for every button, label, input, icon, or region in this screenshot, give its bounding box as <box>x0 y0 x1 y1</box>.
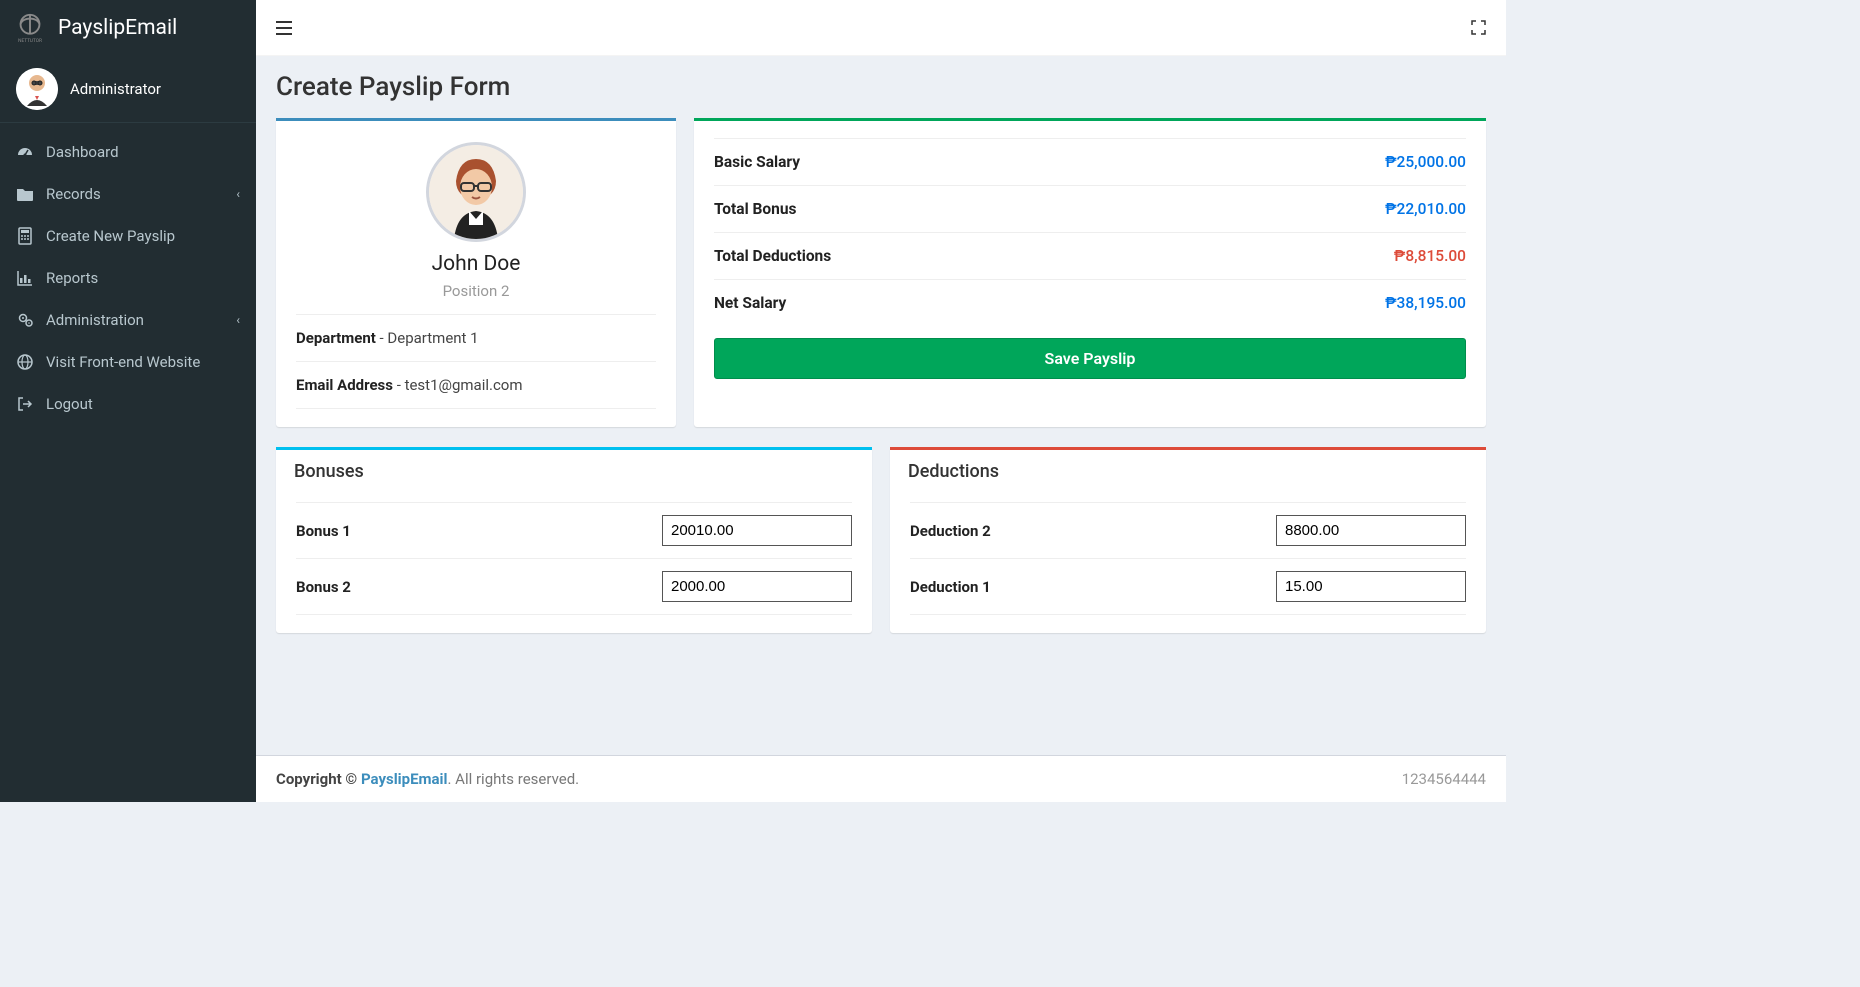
svg-text:NETTUTOR: NETTUTOR <box>18 38 42 44</box>
email-label: Email Address <box>296 376 393 394</box>
gears-icon <box>16 311 34 329</box>
summary-value: ₱8,815.00 <box>1394 247 1466 265</box>
save-payslip-button[interactable]: Save Payslip <box>714 338 1466 379</box>
email-value: test1@gmail.com <box>405 376 523 394</box>
sidebar: NETTUTOR PayslipEmail Administrator <box>0 0 256 802</box>
signout-icon <box>16 395 34 413</box>
summary-row: Total Bonus ₱22,010.00 <box>714 185 1466 232</box>
summary-label: Total Bonus <box>714 200 797 218</box>
profile-position: Position 2 <box>296 282 656 300</box>
footer: Copyright © PayslipEmail. All rights res… <box>256 755 1506 802</box>
sidebar-item-dashboard[interactable]: Dashboard <box>0 131 256 173</box>
dashboard-icon <box>16 143 34 161</box>
summary-row: Basic Salary ₱25,000.00 <box>714 138 1466 185</box>
deductions-title: Deductions <box>908 461 1468 482</box>
deduction-label: Deduction 1 <box>910 578 991 596</box>
profile-email-row: Email Address - test1@gmail.com <box>296 361 656 409</box>
bonuses-title: Bonuses <box>294 461 854 482</box>
user-panel: Administrator <box>0 56 256 123</box>
sidebar-item-administration[interactable]: Administration ‹ <box>0 299 256 341</box>
profile-name: John Doe <box>296 252 656 276</box>
department-label: Department <box>296 329 376 347</box>
footer-suffix: . All rights reserved. <box>448 770 580 788</box>
chevron-left-icon: ‹ <box>236 187 240 201</box>
sidebar-item-visit-front-end-website[interactable]: Visit Front-end Website <box>0 341 256 383</box>
deduction-input[interactable] <box>1276 515 1466 546</box>
folder-icon <box>16 185 34 203</box>
footer-brand-link[interactable]: PayslipEmail <box>361 770 448 788</box>
user-avatar-icon <box>16 68 58 110</box>
deductions-card: Deductions Deduction 2 Deduction 1 <box>890 447 1486 633</box>
summary-value: ₱38,195.00 <box>1385 294 1466 312</box>
sidebar-item-label: Create New Payslip <box>46 227 175 245</box>
profile-department-row: Department - Department 1 <box>296 314 656 361</box>
bonuses-card: Bonuses Bonus 1 Bonus 2 <box>276 447 872 633</box>
bonus-input[interactable] <box>662 515 852 546</box>
sidebar-item-label: Logout <box>46 395 93 413</box>
footer-left: Copyright © PayslipEmail. All rights res… <box>276 770 579 788</box>
summary-value: ₱22,010.00 <box>1385 200 1466 218</box>
deduction-row: Deduction 2 <box>910 502 1466 558</box>
deduction-input[interactable] <box>1276 571 1466 602</box>
summary-value: ₱25,000.00 <box>1385 153 1466 171</box>
calculator-icon <box>16 227 34 245</box>
summary-row: Total Deductions ₱8,815.00 <box>714 232 1466 279</box>
sidebar-item-label: Administration <box>46 311 144 329</box>
topbar <box>256 0 1506 56</box>
fullscreen-icon[interactable] <box>1471 20 1486 35</box>
bonus-input[interactable] <box>662 571 852 602</box>
sidebar-item-create-new-payslip[interactable]: Create New Payslip <box>0 215 256 257</box>
footer-right: 1234564444 <box>1402 770 1486 788</box>
profile-card: John Doe Position 2 Department - Departm… <box>276 118 676 427</box>
chevron-left-icon: ‹ <box>236 313 240 327</box>
sidebar-item-label: Reports <box>46 269 98 287</box>
summary-card: Basic Salary ₱25,000.00 Total Bonus ₱22,010… <box>694 118 1486 427</box>
user-name: Administrator <box>70 80 161 98</box>
page-title: Create Payslip Form <box>276 72 1486 102</box>
sidebar-item-label: Visit Front-end Website <box>46 353 200 371</box>
brand-logo-icon: NETTUTOR <box>12 10 48 46</box>
globe-icon <box>16 353 34 371</box>
sidebar-item-records[interactable]: Records ‹ <box>0 173 256 215</box>
bonus-row: Bonus 2 <box>296 558 852 614</box>
summary-row: Net Salary ₱38,195.00 <box>714 279 1466 326</box>
deduction-row: Deduction 1 <box>910 558 1466 614</box>
sidebar-item-label: Records <box>46 185 101 203</box>
brand-header: NETTUTOR PayslipEmail <box>0 0 256 56</box>
profile-avatar-icon <box>426 142 526 242</box>
bonus-label: Bonus 1 <box>296 522 351 540</box>
footer-copyright-prefix: Copyright © <box>276 770 361 788</box>
bonus-row: Bonus 1 <box>296 502 852 558</box>
hamburger-icon[interactable] <box>276 21 292 35</box>
summary-label: Basic Salary <box>714 153 800 171</box>
chart-icon <box>16 269 34 287</box>
sidebar-item-reports[interactable]: Reports <box>0 257 256 299</box>
main-area: Create Payslip Form <box>256 0 1506 802</box>
bonus-label: Bonus 2 <box>296 578 351 596</box>
brand-name: PayslipEmail <box>58 16 177 40</box>
summary-label: Total Deductions <box>714 247 831 265</box>
sidebar-nav: Dashboard Records ‹ Create New Payslip Repor… <box>0 123 256 425</box>
sidebar-item-label: Dashboard <box>46 143 119 161</box>
deduction-label: Deduction 2 <box>910 522 991 540</box>
department-value: Department 1 <box>387 329 478 347</box>
summary-label: Net Salary <box>714 294 786 312</box>
sidebar-item-logout[interactable]: Logout <box>0 383 256 425</box>
